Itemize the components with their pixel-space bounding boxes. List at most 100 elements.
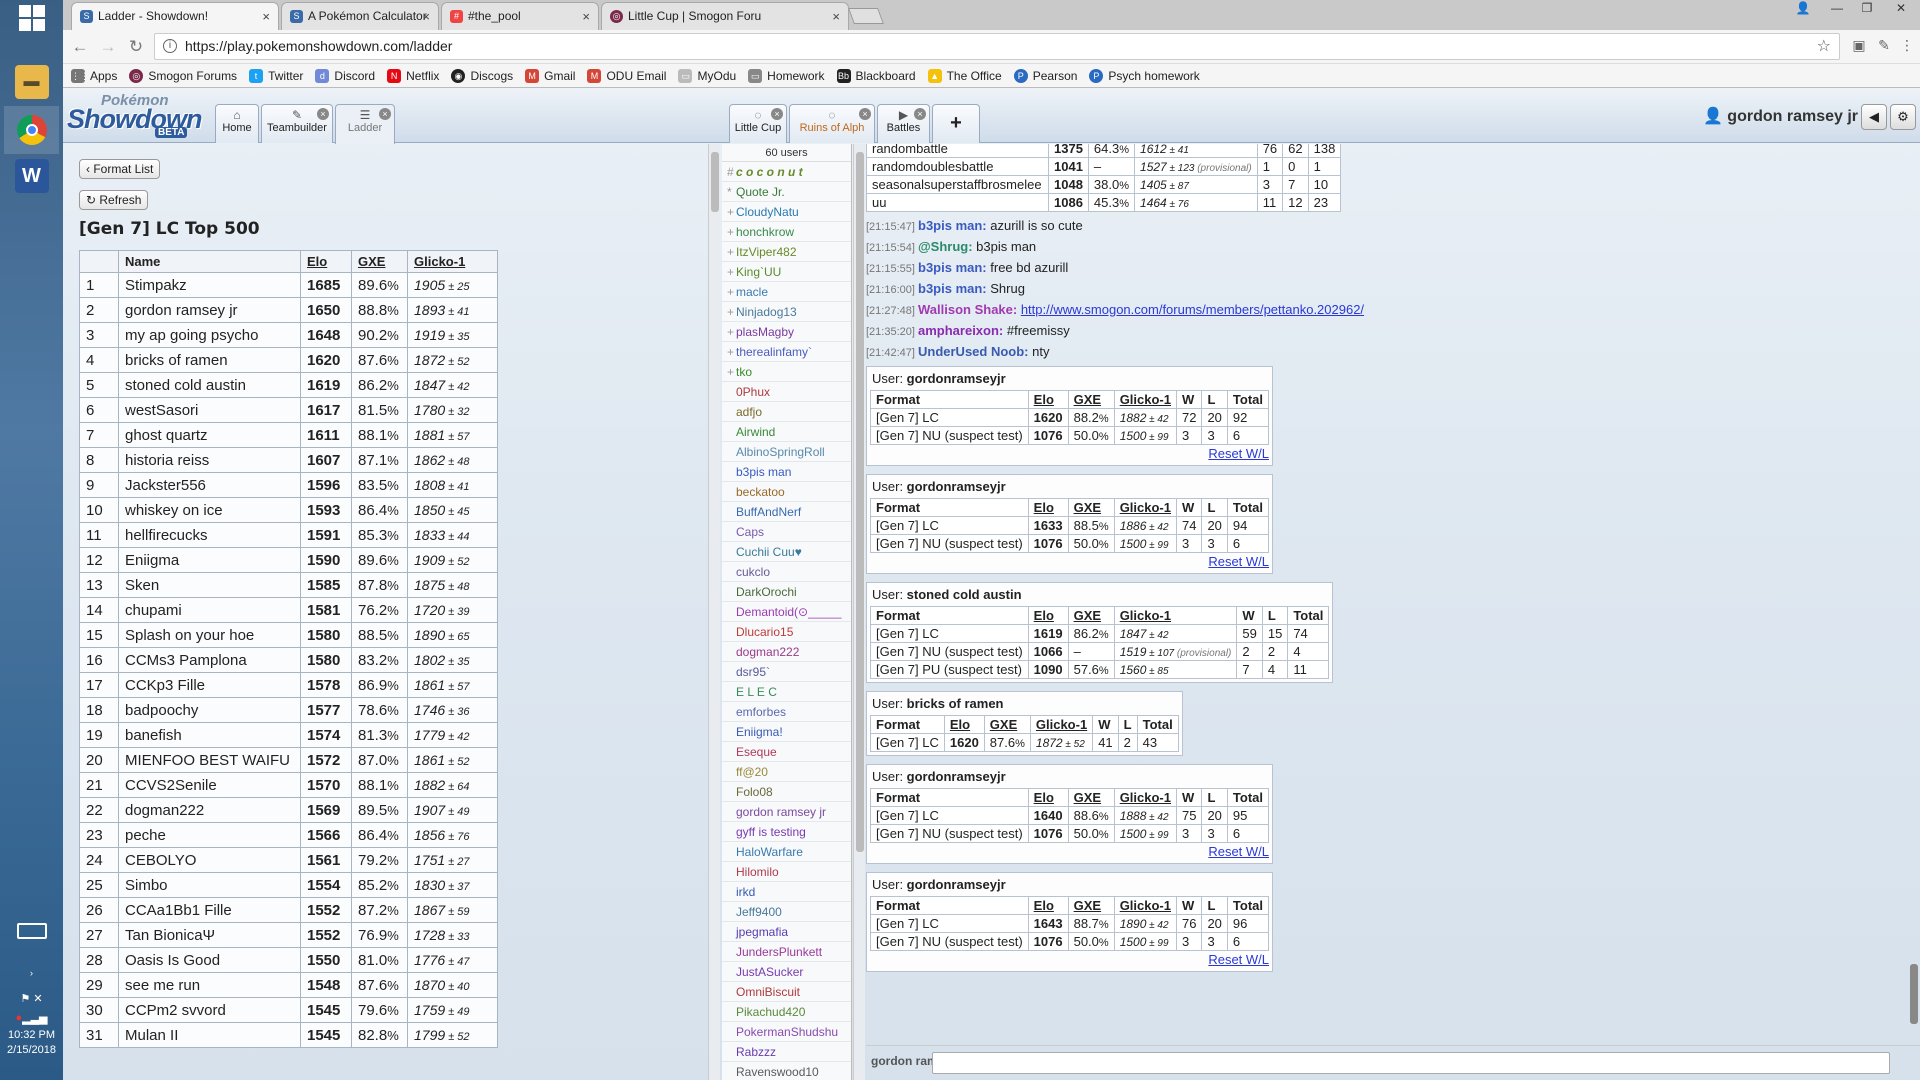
user-list-item[interactable]: Airwind bbox=[722, 422, 851, 442]
bookmark-homework[interactable]: ▭ Homework bbox=[748, 68, 825, 83]
bookmark-blackboard[interactable]: Bb Blackboard bbox=[836, 68, 916, 83]
ladder-scrollbar[interactable] bbox=[708, 144, 720, 1080]
add-room-button[interactable]: + bbox=[932, 104, 980, 143]
minimize-button[interactable]: — bbox=[1824, 0, 1850, 18]
user-list-item[interactable]: Caps bbox=[722, 522, 851, 542]
elo-header[interactable]: Elo bbox=[1027, 606, 1069, 625]
name-cell[interactable]: CCMs3 Pamplona bbox=[118, 647, 301, 673]
glicko-1-header[interactable]: Glicko-1 bbox=[1113, 896, 1177, 915]
name-cell[interactable]: Oasis Is Good bbox=[118, 947, 301, 973]
bookmark-discogs[interactable]: ◉ Discogs bbox=[451, 68, 513, 83]
user-list-item[interactable]: cukclo bbox=[722, 562, 851, 582]
reset-wl-link[interactable]: Reset W/L bbox=[1208, 554, 1269, 569]
user-list-item[interactable]: E L E C bbox=[722, 682, 851, 702]
user-list-item[interactable]: JundersPlunkett bbox=[722, 942, 851, 962]
bookmark-star-icon[interactable]: ☆ bbox=[1817, 34, 1831, 59]
user-list-item[interactable]: DarkOrochi bbox=[722, 582, 851, 602]
user-count[interactable]: 60 users bbox=[722, 144, 851, 162]
bookmark-myodu[interactable]: ▭ MyOdu bbox=[678, 68, 736, 83]
gxe-header[interactable]: GXE bbox=[1067, 896, 1115, 915]
elo-header[interactable]: Elo bbox=[1027, 498, 1069, 517]
user-list-item[interactable]: PokermanShudshu bbox=[722, 1022, 851, 1042]
message-link[interactable]: http://www.smogon.com/forums/members/pet… bbox=[1021, 302, 1364, 317]
gxe-header[interactable]: GXE bbox=[351, 250, 408, 273]
user-list-item[interactable]: Cuchii Cuu♥ bbox=[722, 542, 851, 562]
menu-icon[interactable]: ⋮ bbox=[1898, 37, 1916, 55]
name-cell[interactable]: CEBOLYO bbox=[118, 847, 301, 873]
gxe-header[interactable]: GXE bbox=[983, 715, 1031, 734]
browser-tab-smogon[interactable]: ◎ Little Cup | Smogon Foru × bbox=[601, 2, 849, 30]
user-list-item[interactable]: adfjo bbox=[722, 402, 851, 422]
bookmark-gmail[interactable]: M Gmail bbox=[525, 68, 575, 83]
name-cell[interactable]: CCKp3 Fille bbox=[118, 672, 301, 698]
address-bar[interactable]: i https://play.pokemonshowdown.com/ladde… bbox=[154, 33, 1840, 60]
user-list-item[interactable]: jpegmafia bbox=[722, 922, 851, 942]
format-list-button[interactable]: ‹ Format List bbox=[79, 159, 161, 179]
user-list-item[interactable]: + honchkrow bbox=[722, 222, 851, 242]
userlist-scrollbar[interactable] bbox=[853, 144, 865, 1080]
tab-ladder[interactable]: ☰ Ladder × bbox=[335, 104, 395, 144]
name-cell[interactable]: see me run bbox=[118, 972, 301, 998]
message-username[interactable]: b3pis man: bbox=[918, 260, 990, 275]
glicko-1-header[interactable]: Glicko-1 bbox=[1113, 390, 1177, 409]
name-cell[interactable]: dogman222 bbox=[118, 797, 301, 823]
name-cell[interactable]: stoned cold austin bbox=[118, 372, 301, 398]
user-list-item[interactable]: gordon ramsey jr bbox=[722, 802, 851, 822]
user-list-item[interactable]: + Ninjadog13 bbox=[722, 302, 851, 322]
profile-icon[interactable]: 👤 bbox=[1790, 0, 1816, 18]
browser-tab-ladder[interactable]: S Ladder - Showdown! × bbox=[71, 2, 279, 30]
name-cell[interactable]: westSasori bbox=[118, 397, 301, 423]
user-list-item[interactable]: Eseque bbox=[722, 742, 851, 762]
elo-header[interactable]: Elo bbox=[1027, 788, 1069, 807]
user-list-item[interactable]: irkd bbox=[722, 882, 851, 902]
name-cell[interactable]: my ap going psycho bbox=[118, 322, 301, 348]
name-cell[interactable]: Stimpakz bbox=[118, 272, 301, 298]
name-cell[interactable]: bricks of ramen bbox=[118, 347, 301, 373]
name-cell[interactable]: Eniigma bbox=[118, 547, 301, 573]
name-cell[interactable]: gordon ramsey jr bbox=[118, 297, 301, 323]
refresh-button[interactable]: ↻ Refresh bbox=[79, 190, 149, 210]
name-cell[interactable]: Simbo bbox=[118, 872, 301, 898]
message-username[interactable]: Wallison Shake: bbox=[918, 302, 1021, 317]
elo-header[interactable]: Elo bbox=[1027, 896, 1069, 915]
user-list-item[interactable]: * Quote Jr. bbox=[722, 182, 851, 202]
gxe-header[interactable]: GXE bbox=[1067, 390, 1115, 409]
options-button[interactable]: ⚙ bbox=[1890, 104, 1916, 130]
user-list-item[interactable]: HaloWarfare bbox=[722, 842, 851, 862]
name-cell[interactable]: peche bbox=[118, 822, 301, 848]
keyboard-button[interactable] bbox=[4, 918, 59, 944]
name-cell[interactable]: badpoochy bbox=[118, 697, 301, 723]
name-cell[interactable]: CCVS2Senile bbox=[118, 772, 301, 798]
user-name-button[interactable]: 👤 gordon ramsey jr bbox=[1703, 106, 1858, 126]
tab-close-icon[interactable]: × bbox=[832, 3, 840, 30]
name-cell[interactable]: Jackster556 bbox=[118, 472, 301, 498]
user-list-item[interactable]: beckatoo bbox=[722, 482, 851, 502]
user-list-item[interactable]: + ItzViper482 bbox=[722, 242, 851, 262]
bookmark-netflix[interactable]: N Netflix bbox=[387, 68, 439, 83]
tab-little-cup[interactable]: ◌ Little Cup × bbox=[729, 104, 787, 143]
tab-close-icon[interactable]: × bbox=[582, 3, 590, 30]
user-list-item[interactable]: + King`UU bbox=[722, 262, 851, 282]
user-list-item[interactable]: dogman222 bbox=[722, 642, 851, 662]
gxe-header[interactable]: GXE bbox=[1067, 606, 1115, 625]
forward-button[interactable]: → bbox=[97, 36, 119, 58]
sound-button[interactable]: ◀ bbox=[1861, 104, 1887, 130]
file-explorer-button[interactable]: ▬ bbox=[4, 58, 59, 106]
extension-pen-icon[interactable]: ✎ bbox=[1875, 37, 1893, 55]
user-list-item[interactable]: # c o c o n u t bbox=[722, 162, 851, 182]
name-cell[interactable]: chupami bbox=[118, 597, 301, 623]
gxe-header[interactable]: GXE bbox=[1067, 788, 1115, 807]
bookmark-apps[interactable]: ⋮⋮ Apps bbox=[71, 68, 117, 83]
user-list-item[interactable]: Dlucario15 bbox=[722, 622, 851, 642]
user-list-item[interactable]: + plasMagby bbox=[722, 322, 851, 342]
tab-close-icon[interactable]: × bbox=[422, 3, 430, 30]
user-list-item[interactable]: + macle bbox=[722, 282, 851, 302]
user-list-item[interactable]: Demantoid(⊙_____ bbox=[722, 602, 851, 622]
user-rank-box-name[interactable]: stoned cold austin bbox=[907, 587, 1022, 602]
volume-network-icon[interactable]: ● ▂▃▅ bbox=[4, 1010, 59, 1026]
glicko-1-header[interactable]: Glicko-1 bbox=[1113, 788, 1177, 807]
tab-home[interactable]: ⌂ Home bbox=[215, 104, 259, 143]
elo-header[interactable]: Elo bbox=[1027, 390, 1069, 409]
name-cell[interactable]: hellfirecucks bbox=[118, 522, 301, 548]
tab-close-icon[interactable]: × bbox=[262, 3, 270, 30]
